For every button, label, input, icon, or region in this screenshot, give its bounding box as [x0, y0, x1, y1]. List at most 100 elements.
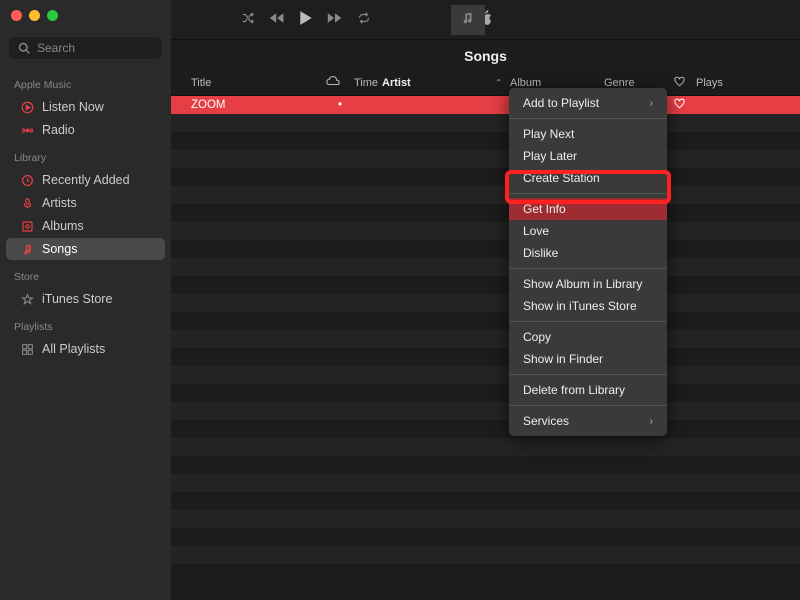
table-row-empty [171, 150, 800, 168]
sidebar-item-artists[interactable]: Artists [6, 192, 165, 214]
table-rows: ZOOM•ZOOMRap [171, 96, 800, 582]
window-controls [0, 6, 171, 31]
table-row-empty [171, 258, 800, 276]
minimize-window-button[interactable] [29, 10, 40, 21]
table-row-empty [171, 402, 800, 420]
column-artist[interactable]: Artist⌃ [382, 75, 510, 90]
radio-icon [20, 123, 34, 137]
sidebar-item-radio[interactable]: Radio [6, 119, 165, 141]
table-row-empty [171, 546, 800, 564]
table-row-empty [171, 528, 800, 546]
cell-heart[interactable] [674, 98, 696, 112]
maximize-window-button[interactable] [47, 10, 58, 21]
column-plays[interactable]: Plays [696, 75, 736, 90]
cell-indicator: • [326, 99, 354, 111]
music-note-icon [461, 11, 475, 28]
shuffle-button[interactable] [241, 11, 255, 28]
column-time[interactable]: Time [354, 75, 382, 90]
table-row[interactable]: ZOOM•ZOOMRap [171, 96, 800, 114]
table-row-empty [171, 114, 800, 132]
column-love[interactable] [674, 75, 696, 90]
cloud-icon [326, 75, 340, 90]
search-box[interactable] [9, 37, 162, 59]
sidebar-item-listen-now[interactable]: Listen Now [6, 96, 165, 118]
context-menu-item[interactable]: Add to Playlist › [509, 92, 667, 114]
repeat-button[interactable] [357, 11, 371, 28]
table-row-empty [171, 474, 800, 492]
context-menu-item[interactable]: Create Station [509, 167, 667, 189]
table-row-empty [171, 492, 800, 510]
next-button[interactable] [327, 12, 343, 27]
sidebar-item-label: Listen Now [42, 100, 104, 114]
sidebar-item-label: Songs [42, 242, 77, 256]
table-row-empty [171, 240, 800, 258]
cell-title: ZOOM [181, 99, 326, 111]
sidebar-item-all-playlists[interactable]: All Playlists [6, 338, 165, 360]
context-menu-item[interactable]: Play Next [509, 123, 667, 145]
context-menu-item[interactable]: Show in Finder [509, 348, 667, 370]
sort-indicator-icon: ⌃ [495, 78, 502, 87]
table-row-empty [171, 294, 800, 312]
search-icon [17, 41, 31, 55]
play-circle-icon [20, 100, 34, 114]
table-row-empty [171, 204, 800, 222]
context-menu-item[interactable]: Services› [509, 410, 667, 432]
table-row-empty [171, 366, 800, 384]
context-menu-label: Add to Playlist [523, 96, 599, 110]
context-menu-item[interactable]: Show in iTunes Store [509, 295, 667, 317]
sidebar-item-label: iTunes Store [42, 292, 112, 306]
now-playing-box[interactable] [451, 5, 485, 35]
context-menu-label: Play Next [523, 127, 574, 141]
context-menu-label: Love [523, 224, 549, 238]
context-menu-item[interactable]: Dislike [509, 242, 667, 264]
table-row-empty [171, 186, 800, 204]
sidebar-item-itunes-store[interactable]: iTunes Store [6, 288, 165, 310]
table-row-empty [171, 330, 800, 348]
chevron-right-icon: › [650, 98, 653, 109]
album-icon [20, 219, 34, 233]
context-menu-item[interactable]: Get Info [509, 198, 667, 220]
sidebar-item-songs[interactable]: Songs [6, 238, 165, 260]
table-row-empty [171, 420, 800, 438]
context-menu-item[interactable]: Show Album in Library [509, 273, 667, 295]
close-window-button[interactable] [11, 10, 22, 21]
context-menu-item[interactable]: Copy [509, 326, 667, 348]
microphone-icon [20, 196, 34, 210]
context-menu-item[interactable]: Delete from Library [509, 379, 667, 401]
context-menu-label: Get Info [523, 202, 566, 216]
column-title[interactable]: Title [181, 75, 326, 90]
table-row-empty [171, 438, 800, 456]
context-menu-label: Create Station [523, 171, 600, 185]
sidebar-item-albums[interactable]: Albums [6, 215, 165, 237]
main-content: Songs Title Time Artist⌃ Album Genre Pla… [171, 0, 800, 600]
table-row-empty [171, 168, 800, 186]
music-note-icon [20, 242, 34, 256]
grid-icon [20, 342, 34, 356]
topbar [171, 0, 800, 40]
sidebar-item-recently-added[interactable]: Recently Added [6, 169, 165, 191]
sidebar-section-store: Store iTunes Store [0, 269, 171, 311]
column-cloud[interactable] [326, 75, 354, 90]
context-menu-label: Delete from Library [523, 383, 625, 397]
sidebar-header: Store [0, 269, 171, 287]
context-menu-item[interactable]: Play Later [509, 145, 667, 167]
context-menu-separator [509, 321, 667, 322]
sidebar-header: Playlists [0, 319, 171, 337]
table-row-empty [171, 384, 800, 402]
context-menu-label: Services [523, 414, 569, 428]
previous-button[interactable] [269, 12, 285, 27]
sidebar-section-library: Library Recently Added Artists Albums So… [0, 150, 171, 261]
context-menu-label: Play Later [523, 149, 577, 163]
page-title: Songs [171, 40, 800, 70]
search-input[interactable] [37, 41, 154, 55]
context-menu-separator [509, 268, 667, 269]
context-menu-label: Copy [523, 330, 551, 344]
table-row-empty [171, 456, 800, 474]
table-row-empty [171, 132, 800, 150]
play-button[interactable] [299, 10, 313, 29]
context-menu-label: Dislike [523, 246, 558, 260]
app-window: Apple Music Listen Now Radio Library Rec… [0, 0, 800, 600]
sidebar: Apple Music Listen Now Radio Library Rec… [0, 0, 171, 600]
context-menu-separator [509, 374, 667, 375]
context-menu-item[interactable]: Love [509, 220, 667, 242]
